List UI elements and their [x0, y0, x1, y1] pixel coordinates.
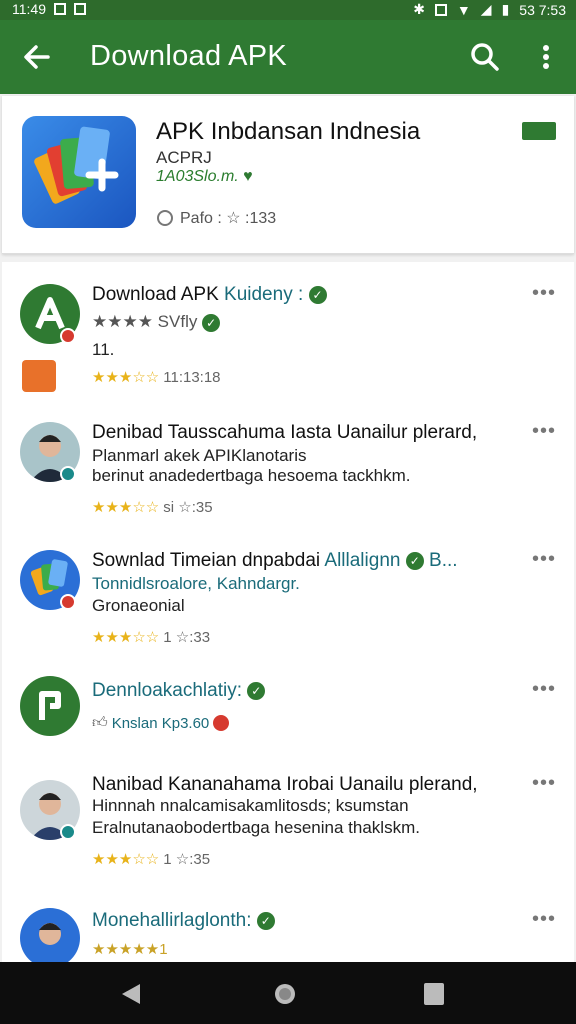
recents-nav-icon[interactable]: [424, 983, 444, 1005]
app-meta-text: 1A03Slo.m.: [156, 168, 239, 185]
heart-icon: ♥: [243, 168, 253, 185]
notification-icon-2: [74, 3, 86, 15]
item-more-icon[interactable]: •••: [532, 908, 556, 931]
verified-icon: ✓: [202, 313, 221, 332]
thumbs-up-icon: 👍︎: [92, 714, 108, 731]
item-title-text: Monehallirlaglonth:: [92, 910, 252, 931]
wifi-icon: ▼: [456, 1, 471, 18]
bluetooth-icon: ✱: [413, 1, 425, 17]
item-title: Download APK Kuideny : ✓: [92, 284, 327, 306]
item-title-tail: Kuideny :: [224, 284, 304, 305]
star-rating-icon: ★★★☆☆: [92, 851, 160, 868]
avatar-badge: [60, 328, 76, 344]
item-title-tail: Alllalignn: [324, 550, 401, 571]
search-icon[interactable]: [468, 40, 502, 74]
item-title-text: Download APK: [92, 284, 219, 305]
item-rating-text: 1 ☆:33: [163, 629, 211, 646]
list-item[interactable]: Sownlad Timeian dnpabdai Alllalignn ✓ B.…: [2, 532, 574, 662]
item-title-text: Dennloakachlatiy:: [92, 680, 242, 701]
edit-icon[interactable]: [22, 360, 56, 392]
app-rating: Pafo : ☆ :133: [156, 208, 276, 228]
avatar-badge: [60, 466, 76, 482]
item-subline: Tonnidlsroalore, Kahndargr.: [92, 574, 300, 593]
clock-text: 11:49: [12, 1, 46, 17]
verified-icon: ✓: [308, 285, 327, 304]
list-item[interactable]: Denibad Tausscahuma Iasta Uanailur plera…: [2, 402, 574, 532]
item-line3: berinut anadedertbaga hesoema tackhkm.: [92, 466, 411, 485]
item-title-tail-2: B...: [429, 550, 458, 571]
install-badge[interactable]: [522, 122, 556, 140]
list-item[interactable]: Dennloakachlatiy: ✓ 👍︎ Knslan Kp3.60 •••: [2, 662, 574, 762]
vibrate-icon: [434, 3, 447, 16]
star-rating-icon: ★★★☆☆: [92, 369, 160, 386]
page-title: Download APK: [90, 40, 288, 72]
item-rating: ★★★☆☆ 1 ☆:35: [92, 850, 210, 868]
item-rating: ★★★☆☆ 11:13:18: [92, 368, 221, 387]
avatar: [20, 676, 80, 736]
item-rating-text: 11:13:18: [163, 368, 221, 386]
app-bar: Download APK: [0, 20, 576, 94]
app-icon: [22, 116, 136, 228]
app-card[interactable]: APK Inbdansan Indnesia ACPRJ 1A03Slo.m. …: [2, 96, 574, 254]
item-subline: Knslan Kp3.60: [111, 714, 210, 732]
verified-icon: ✓: [247, 681, 266, 700]
item-rating: ★★★★★1: [92, 941, 168, 958]
item-rating-text: 1 ☆:35: [163, 851, 211, 868]
warning-icon: [213, 715, 230, 731]
list-item[interactable]: Download APK Kuideny : ✓ ★★★★ SVfly ✓ 11…: [2, 262, 574, 402]
item-title: Monehallirlaglonth: ✓: [92, 910, 275, 932]
verified-icon: ✓: [256, 911, 275, 930]
list-item[interactable]: Nanibad Kananahama Irobai Uanailu pleran…: [2, 762, 574, 892]
app-meta: 1A03Slo.m. ♥: [156, 168, 253, 186]
item-more-icon[interactable]: •••: [532, 420, 556, 443]
status-right-text: 53 7:53: [519, 1, 566, 18]
item-rating: 👍︎ Knslan Kp3.60: [92, 714, 230, 732]
item-line3: 11.: [92, 340, 115, 359]
list-item[interactable]: Monehallirlaglonth: ✓ ★★★★★1 •••: [2, 892, 574, 968]
item-title: Dennloakachlatiy: ✓: [92, 680, 266, 702]
home-nav-icon[interactable]: [273, 982, 297, 1006]
item-rating: ★★★☆☆ si ☆:35: [92, 498, 213, 516]
item-more-icon[interactable]: •••: [532, 548, 556, 571]
app-title: APK Inbdansan Indnesia: [156, 118, 421, 145]
verified-icon: ✓: [405, 551, 424, 570]
item-rating-text: si ☆:35: [163, 499, 213, 516]
star-rating-icon: ★★★☆☆: [92, 499, 160, 516]
comment-icon: [157, 210, 173, 226]
review-list: Download APK Kuideny : ✓ ★★★★ SVfly ✓ 11…: [2, 262, 574, 968]
item-subline: ★★★★ SVfly ✓: [92, 312, 221, 332]
item-title: Sownlad Timeian dnpabdai Alllalignn ✓ B.…: [92, 550, 458, 572]
avatar-badge: [60, 594, 76, 610]
battery-icon: ▮: [501, 1, 510, 17]
status-bar: 11:49 ✱ ▼ ◢ ▮ 53 7:53: [0, 0, 576, 20]
app-rating-text: Pafo : ☆ :133: [180, 210, 277, 227]
item-subline-text: ★★★★ SVfly: [92, 312, 198, 331]
system-nav-bar: [0, 962, 576, 1024]
avatar-badge: [60, 824, 76, 840]
item-subline: Hinnnah nnalcamisakamlitosds; ksumstan: [92, 796, 409, 815]
more-options-icon[interactable]: [532, 40, 560, 74]
item-rating: ★★★☆☆ 1 ☆:33: [92, 628, 210, 646]
item-subline: Planmarl akek APIKlanotaris: [92, 446, 307, 465]
back-nav-icon[interactable]: [120, 982, 142, 1006]
star-rating-icon: ★★★☆☆: [92, 629, 160, 646]
item-title-text: Sownlad Timeian dnpabdai: [92, 550, 321, 571]
signal-icon: ◢: [480, 1, 492, 17]
item-title: Denibad Tausscahuma Iasta Uanailur plera…: [92, 422, 478, 443]
item-line3: Gronaeonial: [92, 596, 185, 615]
item-more-icon[interactable]: •••: [532, 772, 556, 795]
notification-icon: [54, 3, 66, 15]
item-title: Nanibad Kananahama Irobai Uanailu pleran…: [92, 774, 478, 795]
item-line3: Eralnutanaobodertbaga hesenina thaklskm.: [92, 818, 420, 837]
app-developer: ACPRJ: [156, 148, 212, 167]
item-more-icon[interactable]: •••: [532, 678, 556, 701]
back-arrow-icon[interactable]: [20, 40, 54, 74]
avatar: [20, 908, 80, 968]
item-more-icon[interactable]: •••: [532, 282, 556, 305]
